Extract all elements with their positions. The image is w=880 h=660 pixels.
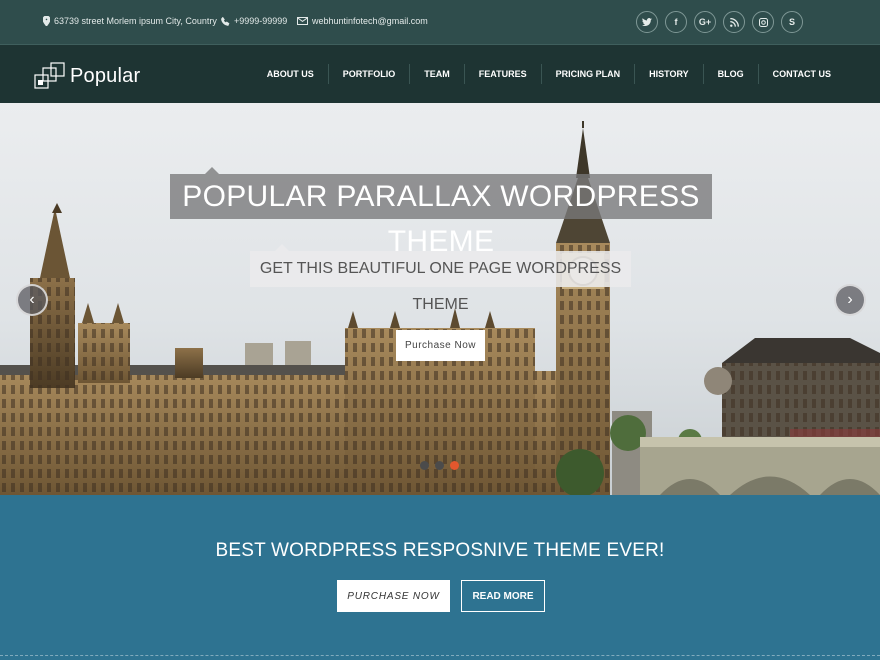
- slider-prev-button[interactable]: ‹: [16, 284, 48, 316]
- slider-dot-3[interactable]: [450, 461, 459, 470]
- rss-icon[interactable]: [723, 11, 745, 33]
- slider-dot-1[interactable]: [420, 461, 429, 470]
- subcaption-pointer: [275, 244, 289, 251]
- cta-title: BEST WORDPRESS RESPOSNIVE THEME EVER!: [215, 540, 665, 561]
- nav-menu: ABOUT US PORTFOLIO TEAM FEATURES PRICING…: [253, 45, 845, 103]
- hero-slider: POPULAR PARALLAX WORDPRESS THEME GET THI…: [0, 103, 880, 495]
- instagram-camera-icon: [758, 17, 768, 27]
- cta-purchase-button[interactable]: PURCHASE NOW: [337, 580, 450, 612]
- nav-item-features[interactable]: FEATURES: [463, 64, 541, 84]
- top-info-bar: 63739 street Morlem ipsum City, Country …: [0, 0, 880, 45]
- hero-subtitle: GET THIS BEAUTIFUL ONE PAGE WORDPRESS TH…: [250, 251, 631, 313]
- address-info: 63739 street Morlem ipsum City, Country: [43, 16, 217, 26]
- twitter-bird-icon: [642, 18, 652, 26]
- phone-text: +9999-99999: [234, 16, 288, 26]
- cta-section: BEST WORDPRESS RESPOSNIVE THEME EVER! PU…: [0, 495, 880, 660]
- envelope-icon: [297, 17, 308, 25]
- social-links: f G+ S: [636, 11, 803, 33]
- cta-read-more-button[interactable]: READ MORE: [461, 580, 545, 612]
- site-logo[interactable]: Popular: [34, 62, 140, 90]
- caption-pointer: [205, 167, 219, 174]
- skype-icon[interactable]: S: [781, 11, 803, 33]
- logo-text[interactable]: Popular: [70, 65, 140, 88]
- phone-icon: [221, 16, 230, 26]
- chevron-left-icon: ‹: [29, 291, 35, 308]
- nav-item-portfolio[interactable]: PORTFOLIO: [327, 64, 410, 84]
- section-divider: [0, 655, 880, 656]
- nav-item-contact-us[interactable]: CONTACT US: [757, 64, 845, 84]
- slider-next-button[interactable]: ›: [834, 284, 866, 316]
- slider-dot-2[interactable]: [435, 461, 444, 470]
- nav-item-pricing-plan[interactable]: PRICING PLAN: [540, 64, 635, 84]
- phone-info: +9999-99999: [221, 16, 287, 26]
- nav-item-history[interactable]: HISTORY: [634, 64, 703, 84]
- logo-mark-icon: [34, 62, 65, 89]
- main-navbar: Popular ABOUT US PORTFOLIO TEAM FEATURES…: [0, 45, 880, 103]
- facebook-icon[interactable]: f: [665, 11, 687, 33]
- nav-item-about-us[interactable]: ABOUT US: [253, 64, 328, 84]
- hero-title: POPULAR PARALLAX WORDPRESS THEME: [170, 174, 712, 258]
- google-plus-icon[interactable]: G+: [694, 11, 716, 33]
- rss-feed-icon: [729, 17, 739, 27]
- email-link[interactable]: webhuntinfotech@gmail.com: [312, 16, 428, 26]
- nav-item-blog[interactable]: BLOG: [702, 64, 758, 84]
- map-marker-icon: [43, 16, 50, 26]
- nav-item-team[interactable]: TEAM: [409, 64, 464, 84]
- instagram-icon[interactable]: [752, 11, 774, 33]
- slider-pagination: [420, 461, 459, 470]
- address-text: 63739 street Morlem ipsum City, Country: [54, 16, 217, 26]
- hero-purchase-button[interactable]: Purchase Now: [396, 330, 485, 361]
- chevron-right-icon: ›: [847, 291, 853, 308]
- email-info[interactable]: webhuntinfotech@gmail.com: [297, 16, 428, 26]
- twitter-icon[interactable]: [636, 11, 658, 33]
